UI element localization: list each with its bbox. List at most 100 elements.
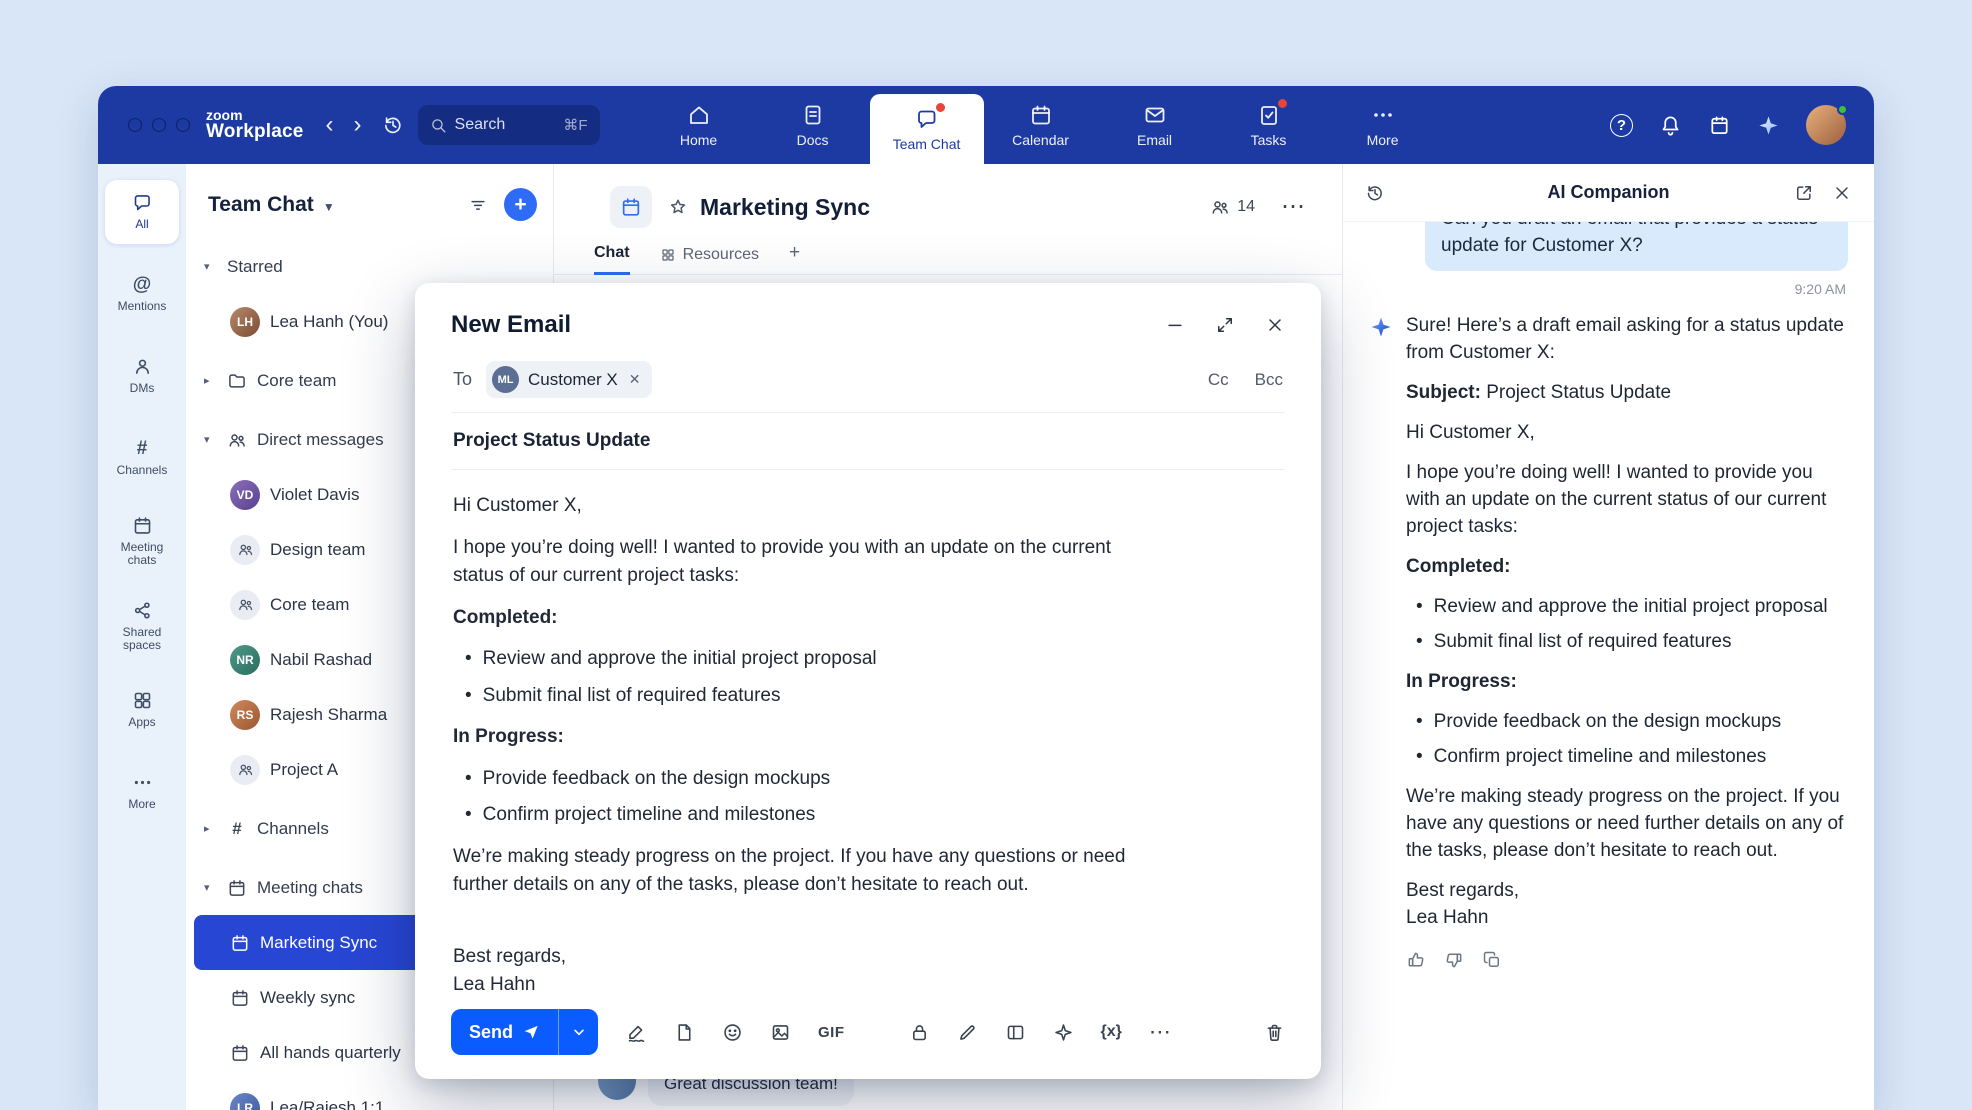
send-label: Send <box>469 1022 513 1043</box>
tab-resources[interactable]: Resources <box>660 246 759 274</box>
filter-icon[interactable] <box>468 195 488 215</box>
chevron-down-icon[interactable]: ▼ <box>323 200 335 214</box>
item-label: Nabil Rashad <box>270 650 372 670</box>
template-button[interactable] <box>674 1022 695 1043</box>
gif-button[interactable]: GIF <box>818 1024 845 1041</box>
hash-icon: # <box>227 819 247 839</box>
encrypt-button[interactable] <box>909 1022 930 1043</box>
logo-workplace: Workplace <box>206 122 304 142</box>
folder-icon <box>227 371 247 391</box>
message-timestamp: 9:20 AM <box>1371 281 1846 297</box>
user-avatar[interactable] <box>1806 105 1846 145</box>
bcc-button[interactable]: Bcc <box>1255 370 1283 390</box>
rail-item-shared-spaces[interactable]: Shared spaces <box>105 593 179 660</box>
copy-icon[interactable] <box>1482 950 1502 970</box>
item-label: Project A <box>270 760 338 780</box>
item-label: Lea/Rajesh 1:1 <box>270 1098 384 1110</box>
window-zoom-button[interactable] <box>176 118 190 132</box>
close-icon[interactable] <box>1832 183 1852 203</box>
more-icon <box>1371 103 1395 127</box>
emoji-button[interactable] <box>722 1022 743 1043</box>
thumbs-up-icon[interactable] <box>1406 950 1426 970</box>
nav-label: Team Chat <box>893 136 961 152</box>
help-icon[interactable]: ? <box>1610 114 1633 137</box>
discard-draft-button[interactable] <box>1264 1022 1285 1043</box>
rail-item-more[interactable]: More <box>105 760 179 824</box>
section-label: Core team <box>257 371 336 391</box>
new-chat-button[interactable]: + <box>504 188 537 221</box>
subject-field[interactable]: Project Status Update <box>451 413 1285 470</box>
tasks-icon <box>1257 103 1281 127</box>
more-tools-button[interactable]: ⋯ <box>1149 1021 1171 1043</box>
send-options-button[interactable] <box>558 1009 598 1055</box>
item-label: Marketing Sync <box>260 933 377 953</box>
cc-button[interactable]: Cc <box>1208 370 1229 390</box>
rail-item-apps[interactable]: Apps <box>105 678 179 742</box>
history-icon[interactable] <box>1365 183 1385 203</box>
close-icon[interactable] <box>1265 315 1285 335</box>
thumbs-down-icon[interactable] <box>1444 950 1464 970</box>
nav-item-home[interactable]: Home <box>642 86 756 164</box>
chat-filter-rail: All @ Mentions DMs # Channels Meeting ch… <box>98 164 186 1110</box>
expand-icon[interactable] <box>1215 315 1235 335</box>
item-label: Violet Davis <box>270 485 359 505</box>
list-item: •Provide feedback on the design mockups <box>1416 709 1846 736</box>
edit-button[interactable] <box>957 1022 978 1043</box>
channel-more-button[interactable]: ⋯ <box>1281 195 1306 219</box>
nav-item-docs[interactable]: Docs <box>756 86 870 164</box>
nav-item-calendar[interactable]: Calendar <box>984 86 1098 164</box>
image-button[interactable] <box>770 1022 791 1043</box>
notifications-bell-icon[interactable] <box>1659 114 1682 137</box>
person-icon <box>132 356 153 377</box>
window-close-button[interactable] <box>128 118 142 132</box>
list-item: •Submit final list of required features <box>1416 629 1846 656</box>
tab-add-button[interactable]: + <box>789 242 800 274</box>
ai-signoff: Best regards,Lea Hahn <box>1406 878 1846 932</box>
rail-item-channels[interactable]: # Channels <box>105 426 179 490</box>
meeting-calendar-icon <box>230 988 250 1008</box>
recipient-chip[interactable]: ML Customer X ✕ <box>486 361 651 398</box>
nav-item-tasks[interactable]: Tasks <box>1212 86 1326 164</box>
signature-button[interactable] <box>626 1022 647 1043</box>
ai-companion-sparkle-icon[interactable] <box>1757 114 1780 137</box>
history-icon[interactable] <box>382 114 404 136</box>
logo-zoom: zoom <box>206 108 304 123</box>
remove-recipient-icon[interactable]: ✕ <box>629 371 641 388</box>
avatar: RS <box>230 700 260 730</box>
ai-subject-line: Subject: Project Status Update <box>1406 380 1846 407</box>
forward-arrow-icon[interactable]: › <box>354 113 362 137</box>
email-body-editor[interactable]: Hi Customer X, I hope you’re doing well!… <box>451 470 1151 1003</box>
hash-icon: # <box>137 438 148 459</box>
minimize-icon[interactable] <box>1165 315 1185 335</box>
sidebar-item-lea-rajesh[interactable]: LR Lea/Rajesh 1:1 <box>194 1080 545 1110</box>
tab-chat[interactable]: Chat <box>594 244 630 275</box>
variables-button[interactable]: {x} <box>1101 1023 1122 1041</box>
to-field[interactable]: To ML Customer X ✕ Cc Bcc <box>451 347 1285 413</box>
back-arrow-icon[interactable]: ‹ <box>326 113 334 137</box>
search-shortcut: ⌘F <box>563 116 587 134</box>
notification-badge <box>1278 99 1287 108</box>
members-count-button[interactable]: 14 <box>1210 197 1255 217</box>
open-in-new-icon[interactable] <box>1794 183 1814 203</box>
rail-label: Channels <box>107 464 177 477</box>
rail-item-all[interactable]: All <box>105 180 179 244</box>
rail-item-mentions[interactable]: @ Mentions <box>105 262 179 326</box>
rail-item-dms[interactable]: DMs <box>105 344 179 408</box>
ai-assist-button[interactable] <box>1053 1022 1074 1043</box>
nav-item-email[interactable]: Email <box>1098 86 1212 164</box>
email-greeting: Hi Customer X, <box>453 492 1149 521</box>
layout-button[interactable] <box>1005 1022 1026 1043</box>
bullet-icon: • <box>1416 629 1423 656</box>
star-icon[interactable] <box>668 197 688 217</box>
sidebar-title[interactable]: Team Chat <box>208 193 314 217</box>
window-controls[interactable] <box>128 118 190 132</box>
window-minimize-button[interactable] <box>152 118 166 132</box>
calendar-shortcut-icon[interactable] <box>1708 114 1731 137</box>
rail-item-meeting-chats[interactable]: Meeting chats <box>105 508 179 575</box>
online-status-dot <box>1837 104 1848 115</box>
nav-label: Calendar <box>1012 132 1069 148</box>
nav-item-more[interactable]: More <box>1326 86 1440 164</box>
search-input[interactable]: Search ⌘F <box>418 105 600 145</box>
send-button[interactable]: Send <box>451 1009 558 1055</box>
nav-item-team-chat[interactable]: Team Chat <box>870 94 984 164</box>
